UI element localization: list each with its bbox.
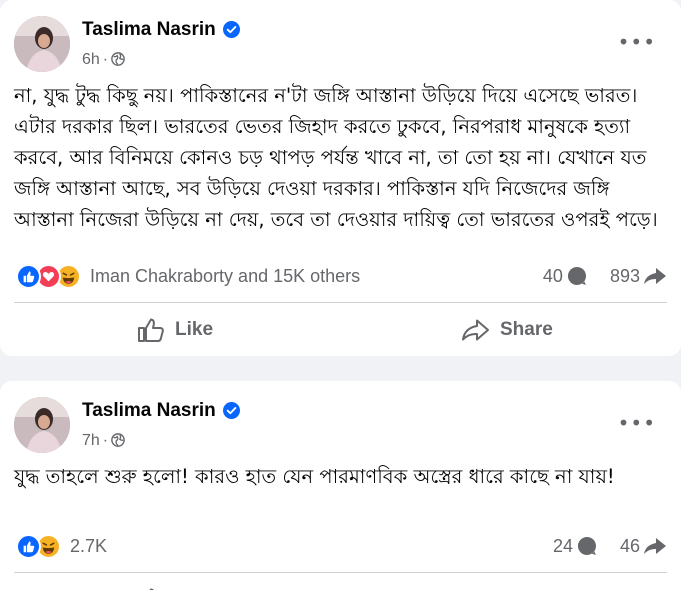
like-label: Like (175, 319, 214, 340)
comment-count[interactable]: 24 (553, 536, 573, 557)
globe-icon[interactable] (111, 52, 125, 66)
like-reaction-icon (16, 263, 41, 289)
comment-icon[interactable] (576, 535, 598, 557)
share-arrow-icon (462, 319, 489, 341)
like-button[interactable] (137, 582, 175, 590)
author-name[interactable]: Taslima Nasrin (82, 400, 240, 422)
author-name-text[interactable]: Taslima Nasrin (82, 19, 216, 40)
post-text: না, যুদ্ধ টুদ্ধ কিছু নয়। পাকিস্তানের ন'… (14, 84, 658, 231)
reaction-names[interactable]: Iman Chakraborty and 15K others (90, 266, 360, 287)
share-count[interactable]: 893 (610, 266, 640, 287)
avatar[interactable] (14, 16, 70, 72)
meta-separator: · (102, 432, 109, 449)
share-label: Share (500, 319, 553, 340)
post-meta: 6h · (82, 51, 125, 69)
share-count[interactable]: 46 (620, 536, 640, 557)
verified-badge-icon (222, 402, 240, 419)
divider (14, 572, 667, 573)
post-timestamp[interactable]: 7h (82, 432, 100, 449)
verified-badge-icon (222, 21, 240, 38)
divider (14, 302, 667, 303)
share-icon[interactable] (643, 535, 667, 557)
avatar[interactable] (14, 397, 70, 453)
author-name-text[interactable]: Taslima Nasrin (82, 400, 216, 421)
post-timestamp[interactable]: 6h (82, 51, 100, 68)
post-text: যুদ্ধ তাহলে শুরু হলো! কারও হাত যেন পারমা… (14, 465, 615, 488)
comment-count[interactable]: 40 (543, 266, 563, 287)
author-name[interactable]: Taslima Nasrin (82, 19, 240, 41)
thumbs-up-icon (138, 318, 164, 342)
profile-photo-icon (14, 397, 70, 453)
post-card: Taslima Nasrin 7h · ••• যুদ্ধ তাহলে শুরু … (0, 381, 681, 590)
like-button[interactable]: Like (137, 312, 213, 348)
engagement-counts: 24 46 (553, 532, 667, 560)
reaction-count[interactable]: 2.7K (70, 536, 107, 557)
reactions-summary[interactable]: Iman Chakraborty and 15K others (16, 262, 360, 290)
reactions-summary[interactable]: 2.7K (16, 532, 107, 560)
post-card: Taslima Nasrin 6h · ••• না, যুদ্ধ টুদ্ধ ক… (0, 0, 681, 356)
globe-icon[interactable] (111, 433, 125, 447)
more-options-button[interactable]: ••• (618, 413, 656, 433)
meta-separator: · (102, 51, 109, 68)
share-button[interactable]: Share (461, 312, 553, 348)
more-options-button[interactable]: ••• (618, 32, 656, 52)
engagement-counts: 40 893 (543, 262, 667, 290)
share-icon[interactable] (643, 265, 667, 287)
comment-icon[interactable] (566, 265, 588, 287)
like-reaction-icon (16, 533, 41, 559)
profile-photo-icon (14, 16, 70, 72)
post-meta: 7h · (82, 432, 125, 450)
